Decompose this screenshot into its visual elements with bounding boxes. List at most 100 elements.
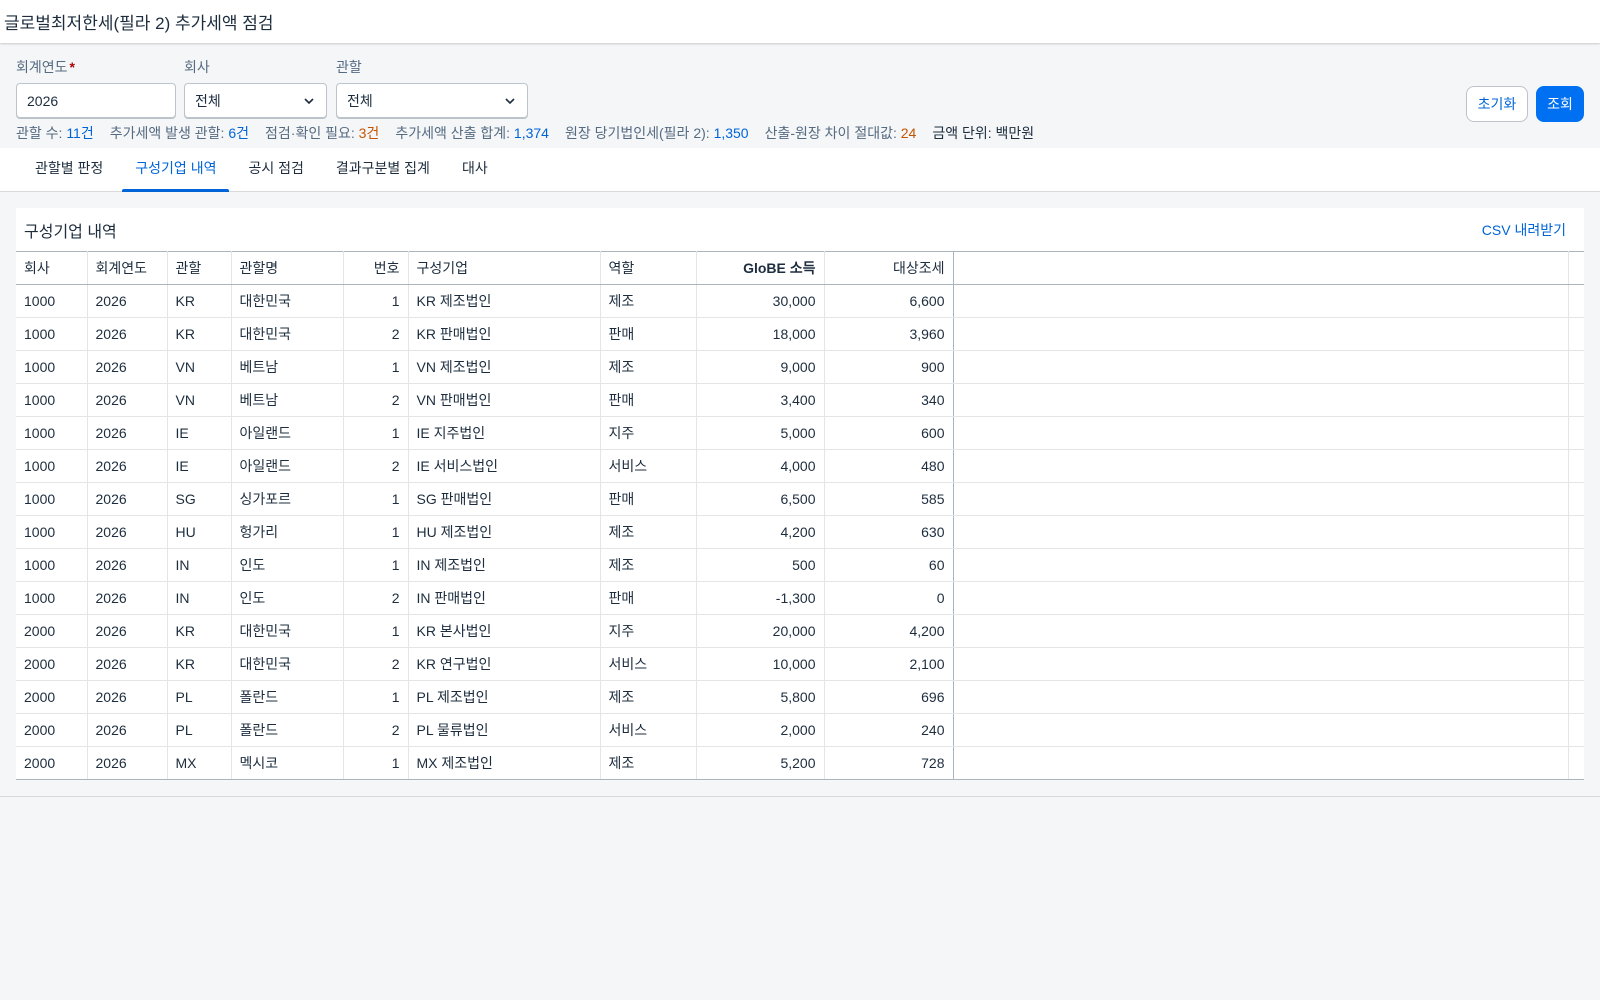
column-header-role[interactable]: 역할 <box>600 251 697 285</box>
tab-constituent-entities[interactable]: 구성기업 내역 <box>119 144 232 192</box>
cell-role: 제조 <box>600 680 697 714</box>
cell-jurisdiction-name: 대한민국 <box>231 284 344 318</box>
table-row[interactable]: 2000 2026 KR 대한민국 2 KR 연구법인 서비스 10,000 2,100 <box>16 647 1584 681</box>
cell-entity: IN 제조법인 <box>408 548 601 582</box>
tab-reconciliation[interactable]: 대사 <box>446 144 504 191</box>
cell-jurisdiction-name: 폴란드 <box>231 680 344 714</box>
cell-company: 1000 <box>16 581 88 615</box>
cell-jurisdiction: KR <box>167 317 232 351</box>
cell-filler <box>953 680 1569 714</box>
cell-role: 판매 <box>600 317 697 351</box>
summary-ledger-tax: 원장 당기법인세(필라 2): 1,350 <box>564 125 749 141</box>
cell-jurisdiction: IN <box>167 581 232 615</box>
table-row[interactable]: 2000 2026 MX 멕시코 1 MX 제조법인 제조 5,200 728 <box>16 746 1584 780</box>
required-mark: * <box>69 59 75 75</box>
table-row[interactable]: 1000 2026 IE 아일랜드 1 IE 지주법인 지주 5,000 600 <box>16 416 1584 450</box>
company-select[interactable]: 전체 <box>184 83 327 119</box>
fiscal-year-input[interactable]: 2026 <box>16 83 176 119</box>
cell-globe-income: 3,400 <box>696 383 825 417</box>
table-row[interactable]: 2000 2026 PL 폴란드 1 PL 제조법인 제조 5,800 696 <box>16 680 1584 714</box>
column-header-jurisdiction-name[interactable]: 관할명 <box>231 251 344 285</box>
column-header-company[interactable]: 회사 <box>16 251 88 285</box>
cell-end <box>1568 548 1584 582</box>
cell-end <box>1568 317 1584 351</box>
cell-role: 지주 <box>600 614 697 648</box>
cell-covered-tax: 0 <box>824 581 954 615</box>
page-title: 글로벌최저한세(필라 2) 추가세액 점검 <box>4 14 274 33</box>
cell-jurisdiction: VN <box>167 383 232 417</box>
cell-fiscal-year: 2026 <box>87 284 168 318</box>
cell-filler <box>953 350 1569 384</box>
cell-company: 1000 <box>16 482 88 516</box>
cell-end <box>1568 284 1584 318</box>
column-header-covered-tax[interactable]: 대상조세 <box>824 251 954 285</box>
column-header-globe-income[interactable]: GloBE 소득 <box>696 251 825 285</box>
cell-entity: IE 지주법인 <box>408 416 601 450</box>
column-header-filler <box>953 251 1569 285</box>
column-header-number[interactable]: 번호 <box>343 251 409 285</box>
table-row[interactable]: 2000 2026 PL 폴란드 2 PL 물류법인 서비스 2,000 240 <box>16 713 1584 747</box>
table-body: 1000 2026 KR 대한민국 1 KR 제조법인 제조 30,000 6,600 1000 2… <box>16 284 1584 780</box>
cell-company: 1000 <box>16 317 88 351</box>
cell-filler <box>953 482 1569 516</box>
cell-number: 1 <box>343 350 409 384</box>
csv-download-link[interactable]: CSV 내려받기 <box>1482 220 1566 240</box>
cell-jurisdiction: VN <box>167 350 232 384</box>
table-row[interactable]: 1000 2026 KR 대한민국 1 KR 제조법인 제조 30,000 6,600 <box>16 284 1584 318</box>
cell-filler <box>953 449 1569 483</box>
cell-number: 1 <box>343 680 409 714</box>
cell-globe-income: 20,000 <box>696 614 825 648</box>
cell-jurisdiction: PL <box>167 680 232 714</box>
cell-fiscal-year: 2026 <box>87 482 168 516</box>
cell-role: 제조 <box>600 548 697 582</box>
tab-disclosure-check[interactable]: 공시 점검 <box>232 144 319 191</box>
column-header-fiscal-year[interactable]: 회계연도 <box>87 251 168 285</box>
cell-number: 2 <box>343 383 409 417</box>
cell-role: 제조 <box>600 515 697 549</box>
table-row[interactable]: 1000 2026 KR 대한민국 2 KR 판매법인 판매 18,000 3,960 <box>16 317 1584 351</box>
jurisdiction-select[interactable]: 전체 <box>336 83 528 119</box>
cell-globe-income: 5,200 <box>696 746 825 780</box>
tab-result-summary[interactable]: 결과구분별 집계 <box>320 144 446 191</box>
table-row[interactable]: 1000 2026 SG 싱가포르 1 SG 판매법인 판매 6,500 585 <box>16 482 1584 516</box>
cell-number: 1 <box>343 416 409 450</box>
table-row[interactable]: 2000 2026 KR 대한민국 1 KR 본사법인 지주 20,000 4,200 <box>16 614 1584 648</box>
column-header-entity[interactable]: 구성기업 <box>408 251 601 285</box>
cell-entity: PL 제조법인 <box>408 680 601 714</box>
cell-company: 2000 <box>16 746 88 780</box>
constituent-entities-panel: 구성기업 내역 CSV 내려받기 회사 회계연도 관할 관할명 번호 구성기업 … <box>16 208 1584 780</box>
column-header-jurisdiction[interactable]: 관할 <box>167 251 232 285</box>
cell-fiscal-year: 2026 <box>87 416 168 450</box>
table-row[interactable]: 1000 2026 IN 인도 1 IN 제조법인 제조 500 60 <box>16 548 1584 582</box>
table-row[interactable]: 1000 2026 HU 헝가리 1 HU 제조법인 제조 4,200 630 <box>16 515 1584 549</box>
cell-company: 1000 <box>16 350 88 384</box>
cell-company: 1000 <box>16 383 88 417</box>
content-area: 구성기업 내역 CSV 내려받기 회사 회계연도 관할 관할명 번호 구성기업 … <box>0 192 1600 797</box>
cell-role: 서비스 <box>600 713 697 747</box>
cell-fiscal-year: 2026 <box>87 449 168 483</box>
table-row[interactable]: 1000 2026 VN 베트남 1 VN 제조법인 제조 9,000 900 <box>16 350 1584 384</box>
cell-jurisdiction: HU <box>167 515 232 549</box>
cell-jurisdiction: MX <box>167 746 232 780</box>
chevron-down-icon <box>505 98 515 105</box>
cell-covered-tax: 600 <box>824 416 954 450</box>
reset-button[interactable]: 초기화 <box>1466 86 1528 122</box>
cell-covered-tax: 728 <box>824 746 954 780</box>
cell-end <box>1568 449 1584 483</box>
cell-globe-income: 5,000 <box>696 416 825 450</box>
cell-filler <box>953 515 1569 549</box>
cell-role: 서비스 <box>600 449 697 483</box>
cell-jurisdiction: KR <box>167 647 232 681</box>
search-button[interactable]: 조회 <box>1536 86 1584 122</box>
table-header-row: 회사 회계연도 관할 관할명 번호 구성기업 역할 GloBE 소득 대상조세 <box>16 251 1584 285</box>
table-row[interactable]: 1000 2026 IN 인도 2 IN 판매법인 판매 -1,300 0 <box>16 581 1584 615</box>
tab-jurisdiction-judgment[interactable]: 관할별 판정 <box>19 144 119 191</box>
cell-jurisdiction: PL <box>167 713 232 747</box>
table-row[interactable]: 1000 2026 VN 베트남 2 VN 판매법인 판매 3,400 340 <box>16 383 1584 417</box>
cell-number: 1 <box>343 515 409 549</box>
summary-jurisdiction-count: 관할 수: 11건 <box>16 125 94 141</box>
cell-entity: KR 제조법인 <box>408 284 601 318</box>
cell-globe-income: 9,000 <box>696 350 825 384</box>
cell-role: 제조 <box>600 284 697 318</box>
table-row[interactable]: 1000 2026 IE 아일랜드 2 IE 서비스법인 서비스 4,000 480 <box>16 449 1584 483</box>
